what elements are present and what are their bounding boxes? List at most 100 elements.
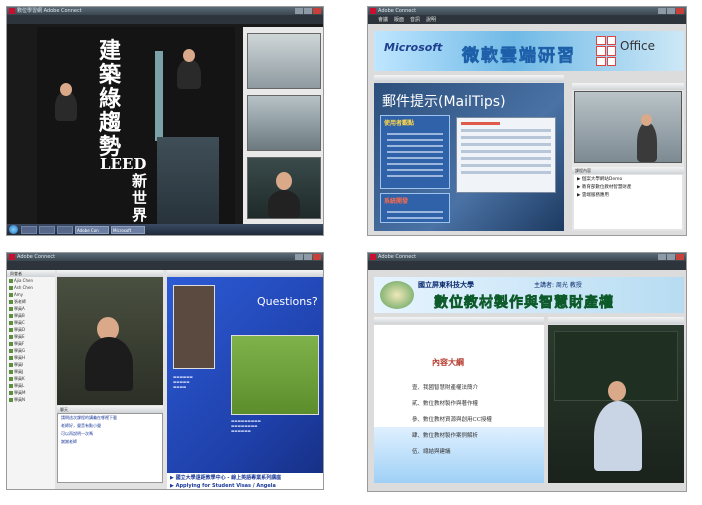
page: 數位學習網 Adobe Connect 建 築 綠 趨 勢 LEED 新 世 界 xyxy=(0,0,702,505)
box-heading: 使用者觀點 xyxy=(384,120,415,127)
book-leed: LEED xyxy=(100,155,147,173)
attendees-header: 與會者 xyxy=(7,270,55,277)
book-title-char: 建 xyxy=(99,38,122,64)
author-face xyxy=(60,83,72,96)
screenshot-microsoft-workshop: Adobe Connect 會議 版面 音訊 說明 Microsoft 微軟雲端… xyxy=(367,6,687,236)
screenshot-digital-materials: Adobe Connect 國立屏東科技大學 主講者: 周光 教授 數位教材製作… xyxy=(367,252,687,492)
camera-feed xyxy=(548,325,684,483)
book-title-char: 趨 xyxy=(99,110,122,136)
book-subtitle-char: 界 xyxy=(132,206,148,224)
minimize-icon[interactable] xyxy=(295,8,303,14)
close-icon[interactable] xyxy=(676,254,684,260)
screenshot-green-building: 數位學習網 Adobe Connect 建 築 綠 趨 勢 LEED 新 世 界 xyxy=(6,6,324,236)
share-pod-header xyxy=(167,270,323,277)
slide-title: 郵件提示(MailTips) xyxy=(382,94,506,110)
close-icon[interactable] xyxy=(676,8,684,14)
attendee-row[interactable]: 學員C xyxy=(7,319,55,326)
course-item[interactable]: ▶ 雲端服務應用 xyxy=(574,191,682,199)
title-bar: 數位學習網 Adobe Connect xyxy=(7,7,323,15)
building-photo xyxy=(157,137,219,227)
attendee-row[interactable]: 學員G xyxy=(7,347,55,354)
chat-message: 老師好，聲音有點小聲 xyxy=(61,423,101,428)
menu-layout[interactable]: 版面 xyxy=(394,16,404,23)
share-pod-header xyxy=(374,75,564,82)
windows-taskbar: Adobe Con Microsoft xyxy=(7,224,323,235)
maximize-icon[interactable] xyxy=(667,8,675,14)
camera-pod-header xyxy=(57,270,163,277)
book-spine-strip xyxy=(155,51,163,141)
close-icon[interactable] xyxy=(313,254,321,260)
chat-message: 可以再說明一次嗎 xyxy=(61,431,93,436)
book-subtitle-char: 新 xyxy=(132,172,148,190)
web-link[interactable]: ▶ Applying for Student Visas / Angela xyxy=(167,482,323,489)
attendee-row[interactable]: 學員H xyxy=(7,354,55,361)
minimize-icon[interactable] xyxy=(658,8,666,14)
office-logo-icon xyxy=(596,36,616,66)
camera-feed xyxy=(247,157,321,219)
attendee-row[interactable]: 學員E xyxy=(7,333,55,340)
camera-feed xyxy=(247,33,321,89)
book-title: 建 築 綠 趨 勢 xyxy=(99,39,125,159)
taskbar-button[interactable] xyxy=(39,225,55,234)
menu-bar: 會議 版面 音訊 說明 xyxy=(368,15,686,24)
attendee-row[interactable]: 學員N xyxy=(7,396,55,403)
taskbar-button[interactable] xyxy=(21,225,37,234)
camera-pod-header xyxy=(572,83,684,90)
attendee-row[interactable]: 學員L xyxy=(7,382,55,389)
camera-pods xyxy=(243,27,323,227)
book-subtitle-char: 世 xyxy=(132,189,148,207)
minimize-icon[interactable] xyxy=(295,254,303,260)
minimize-icon[interactable] xyxy=(658,254,666,260)
web-links-pod: ▶ 國立大學遠距教學中心 - 線上英語專業系列講座 ▶ Applying for… xyxy=(167,473,323,489)
maximize-icon[interactable] xyxy=(304,254,312,260)
attendee-row[interactable]: 學員K xyxy=(7,375,55,382)
start-button[interactable] xyxy=(9,225,18,234)
menu-audio[interactable]: 音訊 xyxy=(410,16,420,23)
attendee-row[interactable]: 學員A xyxy=(7,305,55,312)
banner-title: 微軟雲端研習 xyxy=(462,46,576,67)
attendee-row[interactable]: 學員D xyxy=(7,326,55,333)
maximize-icon[interactable] xyxy=(667,254,675,260)
university-name: 國立屏東科技大學 xyxy=(418,281,474,289)
attendee-row[interactable]: Ajia Chen xyxy=(7,277,55,284)
attendee-row[interactable]: 學員B xyxy=(7,312,55,319)
window-title: Adobe Connect xyxy=(17,254,56,260)
menu-meeting[interactable]: 會議 xyxy=(378,16,388,23)
chat-header: 聊天 xyxy=(57,406,163,413)
taskbar-button[interactable] xyxy=(57,225,73,234)
course-item[interactable]: ▶ 教育部數位教材智慧財產 xyxy=(574,183,682,191)
web-link[interactable]: ▶ 國立大學遠距教學中心 - 線上英語專業系列講座 xyxy=(167,473,323,482)
attendee-row[interactable]: 學員F xyxy=(7,340,55,347)
course-banner: 國立屏東科技大學 主講者: 周光 教授 數位教材製作與智慧財產權 xyxy=(374,277,684,313)
menu-bar xyxy=(368,261,686,270)
attendee-row[interactable]: 學員I xyxy=(7,361,55,368)
lecture-photo xyxy=(173,285,215,369)
attendee-row[interactable]: Ash Chen xyxy=(7,284,55,291)
menu-bar xyxy=(7,261,323,270)
maximize-icon[interactable] xyxy=(304,8,312,14)
window-title: 數位學習網 Adobe Connect xyxy=(17,8,82,14)
taskbar-window[interactable]: Adobe Con xyxy=(75,225,109,234)
banner-brand: Microsoft xyxy=(384,41,443,54)
attendee-row[interactable]: Amy xyxy=(7,291,55,298)
menu-help[interactable]: 說明 xyxy=(426,16,436,23)
attendee-row[interactable]: 學員J xyxy=(7,368,55,375)
host-label: 主講者: 周光 教授 xyxy=(534,282,582,289)
window-title: Adobe Connect xyxy=(378,254,417,260)
attendee-row[interactable]: 張老師 xyxy=(7,298,55,305)
window-title: Adobe Connect xyxy=(378,8,417,14)
camera-pod-header xyxy=(548,317,684,324)
outline-slide: 內容大綱 壹、我國智慧財產權法簡介 貳、數位教材製作與著作權 參、數位教材資源與… xyxy=(374,325,544,483)
students-photo xyxy=(231,335,319,415)
book-subtitle: 新 世 界 xyxy=(132,173,148,224)
attendee-list: 與會者 Ajia Chen Ash Chen Amy 張老師 學員A 學員B 學… xyxy=(7,270,55,489)
adobe-icon xyxy=(370,254,376,260)
close-icon[interactable] xyxy=(313,8,321,14)
workshop-banner: Microsoft 微軟雲端研習 Office xyxy=(374,31,684,71)
title-bar: Adobe Connect xyxy=(368,7,686,15)
user-view-box: 使用者觀點 xyxy=(380,115,450,189)
attendee-row[interactable]: 學員M xyxy=(7,389,55,396)
taskbar-window[interactable]: Microsoft xyxy=(111,225,145,234)
outline-item: 肆、數位教材製作案例解析 xyxy=(412,433,479,439)
course-item[interactable]: ▶ 個案大學網站Demo xyxy=(574,175,682,183)
